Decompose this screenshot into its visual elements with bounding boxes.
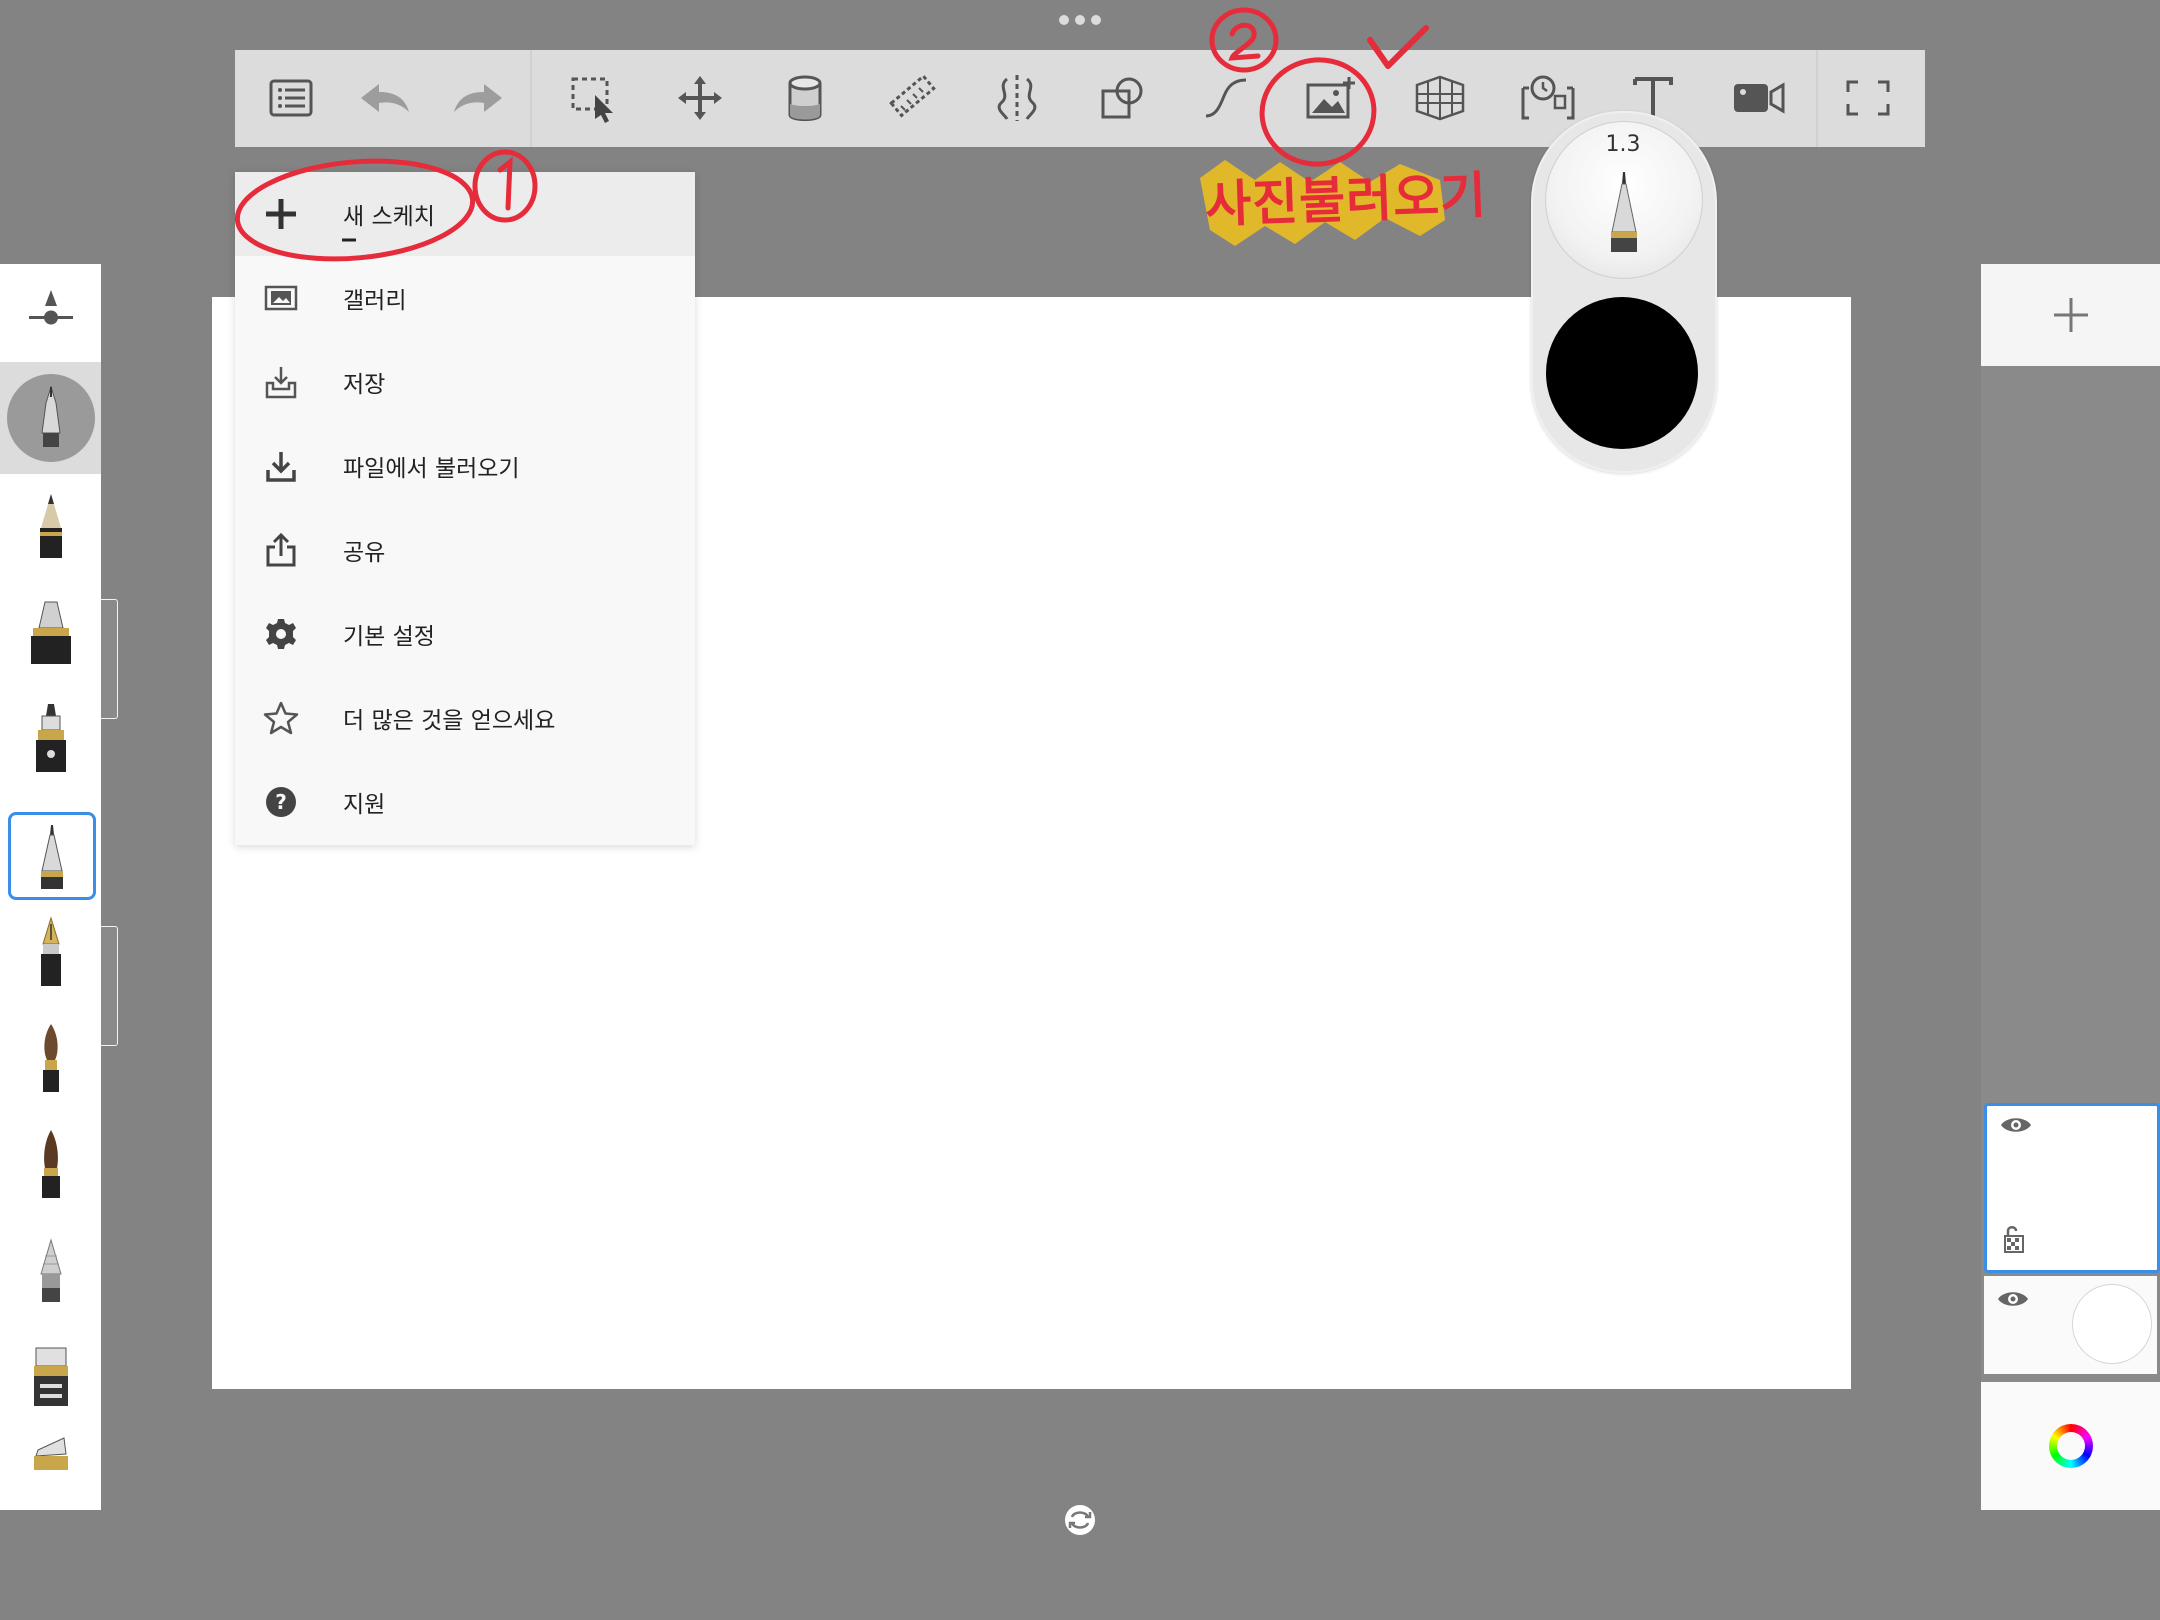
window-handle-dots[interactable] (1058, 14, 1102, 26)
gallery-icon (235, 256, 327, 340)
menu-item-label: 기본 설정 (343, 624, 435, 650)
gear-icon (235, 592, 327, 676)
menu-item-label: 저장 (343, 372, 386, 398)
menu-item-label: 갤러리 (343, 288, 407, 314)
brush-settings-icon[interactable] (0, 264, 101, 364)
eraser-brush[interactable] (0, 1324, 101, 1430)
left-panel-tab-upper[interactable] (101, 599, 118, 719)
layer-thumbnail-background[interactable] (1984, 1276, 2157, 1374)
watercolor-brush[interactable] (0, 1112, 101, 1218)
undo-icon[interactable] (347, 60, 423, 136)
transform-icon[interactable] (662, 60, 738, 136)
layer-thumbnail-selected[interactable] (1984, 1103, 2160, 1273)
lock-open-icon (2004, 1226, 2024, 1253)
perspective-icon[interactable] (1402, 60, 1478, 136)
plus-icon (2053, 298, 2088, 332)
add-layer-button[interactable] (1981, 264, 2160, 366)
smudge-brush[interactable] (0, 1430, 101, 1510)
menu-item-get-more[interactable]: 더 많은 것을 얻으세요 (235, 676, 695, 760)
rotate-canvas-icon[interactable] (1063, 1503, 1097, 1537)
record-icon[interactable] (1721, 60, 1797, 136)
left-panel-tab-lower[interactable] (101, 926, 118, 1046)
fullscreen-icon[interactable] (1830, 60, 1906, 136)
help-icon: ? (235, 760, 327, 844)
menu-item-label: 더 많은 것을 얻으세요 (343, 708, 556, 734)
eye-icon (2001, 1118, 2031, 1132)
pencil-brush[interactable] (0, 474, 101, 580)
ink-pen-brush[interactable] (0, 686, 101, 792)
menu-item-preferences[interactable]: 기본 설정 (235, 592, 695, 676)
star-icon (235, 676, 327, 760)
svg-text:?: ? (275, 790, 287, 814)
menu-item-save[interactable]: 저장 (235, 340, 695, 424)
menu-item-label: 지원 (343, 792, 386, 818)
fountain-pen-brush[interactable] (0, 900, 101, 1006)
share-icon (235, 508, 327, 592)
menu-item-share[interactable]: 공유 (235, 508, 695, 592)
background-color-swatch[interactable] (2072, 1284, 2152, 1364)
current-color-swatch[interactable] (1546, 297, 1698, 449)
plus-icon (235, 172, 327, 256)
fill-bucket-icon[interactable] (767, 60, 843, 136)
brush-panel (0, 264, 101, 1510)
brush-size-value: 1.3 (1605, 132, 1641, 157)
symmetry-icon[interactable] (979, 60, 1055, 136)
color-picker-area (1981, 1382, 2160, 1510)
paint-brush[interactable] (0, 1006, 101, 1112)
color-wheel-icon[interactable] (2048, 1424, 2093, 1468)
menu-item-label: 공유 (343, 540, 386, 566)
main-menu: 새 스케치 갤러리 저장 파일에서 불러오기 공유 기본 설정 더 많은 것을 … (235, 172, 695, 845)
download-icon (235, 424, 327, 508)
menu-item-load-from-file[interactable]: 파일에서 불러오기 (235, 424, 695, 508)
current-brush[interactable] (0, 362, 101, 474)
list-icon[interactable] (253, 60, 329, 136)
menu-item-new-sketch[interactable]: 새 스케치 (235, 172, 695, 256)
save-icon (235, 340, 327, 424)
marker-brush[interactable] (0, 580, 101, 686)
menu-item-gallery[interactable]: 갤러리 (235, 256, 695, 340)
selected-brush-technical-pen[interactable] (8, 812, 96, 900)
annotation-label-import-photo: 사진불러오기 (1204, 166, 1489, 234)
menu-item-support[interactable]: ? 지원 (235, 760, 695, 844)
menu-item-label: 새 스케치 (343, 204, 435, 230)
shapes-icon[interactable] (1085, 60, 1161, 136)
selection-icon[interactable] (556, 60, 632, 136)
stroke-icon[interactable] (1188, 60, 1264, 136)
redo-icon[interactable] (440, 60, 516, 136)
eye-icon (1998, 1292, 2028, 1306)
import-image-icon[interactable] (1293, 60, 1369, 136)
ruler-icon[interactable] (875, 60, 951, 136)
menu-item-label: 파일에서 불러오기 (343, 456, 520, 482)
airbrush-brush[interactable] (0, 1218, 101, 1324)
